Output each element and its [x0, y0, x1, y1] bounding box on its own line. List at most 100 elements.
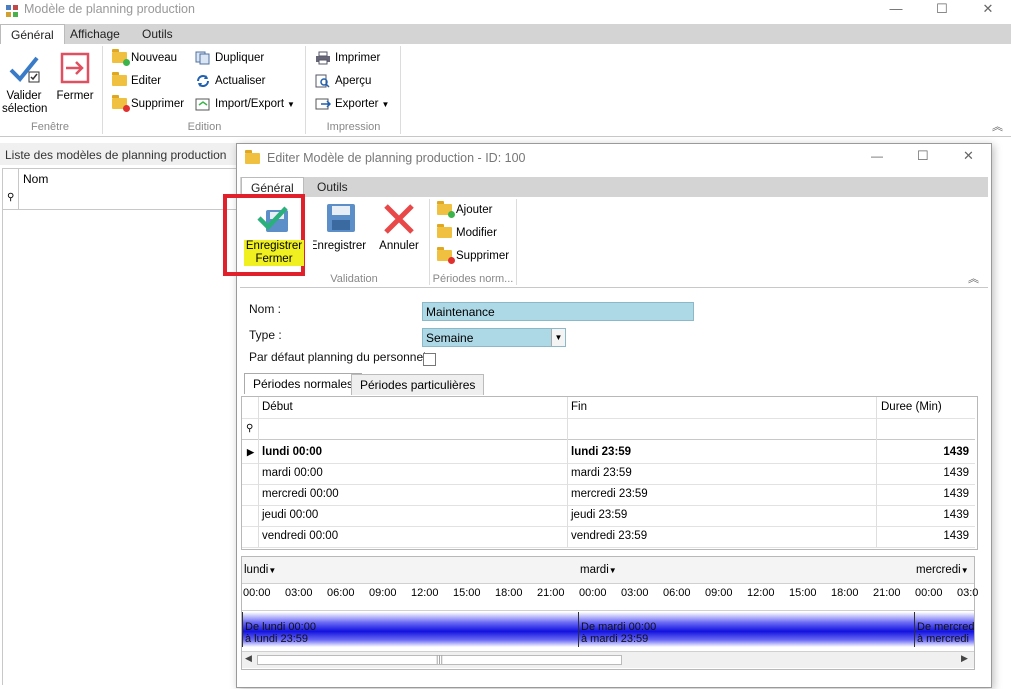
- annuler-button[interactable]: Annuler: [377, 202, 421, 253]
- nom-label: Nom :: [249, 302, 282, 316]
- enregistrer-fermer-button[interactable]: Enregistrer Fermer: [240, 202, 308, 266]
- type-value: Semaine: [426, 331, 474, 345]
- import-export-icon: [195, 97, 211, 111]
- cancel-icon: [384, 204, 414, 234]
- ajouter-label: Ajouter: [456, 204, 493, 216]
- column-header-nom[interactable]: Nom: [23, 172, 48, 186]
- day-lundi[interactable]: lundi▼: [244, 564, 276, 576]
- modifier-button[interactable]: Modifier: [437, 223, 497, 243]
- nom-input[interactable]: Maintenance: [422, 302, 694, 321]
- group-label-edition: Edition: [187, 121, 222, 133]
- column-header-fin[interactable]: Fin: [571, 397, 587, 418]
- row-indicator-icon: ▶: [247, 447, 254, 457]
- supprimer-button[interactable]: Supprimer: [112, 94, 184, 114]
- nouveau-button[interactable]: Nouveau: [112, 48, 177, 68]
- exporter-button[interactable]: Exporter ▼: [315, 94, 389, 114]
- actualiser-button[interactable]: Actualiser: [195, 71, 266, 91]
- filter-pin-icon: ⚲: [7, 192, 15, 203]
- hour-label: 15:00: [453, 587, 481, 599]
- cell-duree: 1439: [943, 530, 969, 542]
- column-divider: [567, 397, 568, 547]
- import-export-button[interactable]: Import/Export ▼: [195, 94, 295, 114]
- cell-debut: vendredi 00:00: [262, 530, 339, 542]
- table-row[interactable]: mardi 00:00 mardi 23:59 1439: [242, 463, 975, 485]
- table-row[interactable]: jeudi 00:00 jeudi 23:59 1439: [242, 505, 975, 527]
- enregistrer-button[interactable]: Enregistrer: [313, 202, 369, 253]
- period-bar-lundi[interactable]: De lundi 00:00 à lundi 23:59: [242, 612, 578, 647]
- divider: [242, 610, 974, 611]
- list-column-header[interactable]: Nom: [2, 168, 240, 190]
- preview-icon: [315, 74, 331, 88]
- column-header-duree[interactable]: Duree (Min): [881, 397, 942, 418]
- maximize-button[interactable]: ☐: [919, 0, 965, 22]
- tab-outils[interactable]: Outils: [132, 24, 183, 44]
- dialog-close-button[interactable]: ✕: [963, 148, 974, 164]
- apercu-button[interactable]: Aperçu: [315, 71, 371, 91]
- check-icon: [9, 56, 40, 83]
- hour-label: 12:00: [747, 587, 775, 599]
- column-divider: [876, 397, 877, 547]
- table-row[interactable]: ▶ lundi 00:00 lundi 23:59 1439: [242, 442, 975, 464]
- dialog-maximize-button[interactable]: ☐: [917, 148, 929, 164]
- cell-fin: vendredi 23:59: [571, 530, 648, 542]
- column-header-debut[interactable]: Début: [262, 397, 293, 418]
- editer-button[interactable]: Editer: [112, 71, 161, 91]
- group-label-impression: Impression: [326, 121, 381, 133]
- scroll-right-icon[interactable]: ▶: [961, 653, 968, 664]
- exit-icon: [60, 52, 90, 84]
- hour-label: 18:00: [495, 587, 523, 599]
- imprimer-label: Imprimer: [335, 52, 381, 64]
- day-mercredi[interactable]: mercredi▼: [916, 564, 969, 576]
- tab-general[interactable]: Général: [0, 24, 65, 45]
- cell-duree: 1439: [943, 446, 969, 458]
- dialog-tab-outils[interactable]: Outils: [307, 177, 358, 197]
- imprimer-button[interactable]: Imprimer: [315, 48, 380, 68]
- subtab-periodes-normales[interactable]: Périodes normales: [244, 373, 363, 394]
- collapse-ribbon-icon[interactable]: ︽: [968, 270, 979, 286]
- table-row[interactable]: mercredi 00:00 mercredi 23:59 1439: [242, 484, 975, 506]
- save-check-icon: [257, 206, 288, 232]
- dialog-title-bar: Editer Modèle de planning production - I…: [237, 144, 991, 172]
- day-mardi[interactable]: mardi▼: [580, 564, 617, 576]
- scroll-left-icon[interactable]: ◀: [245, 653, 252, 664]
- column-divider: [18, 169, 19, 189]
- list-title: Liste des modèles de planning production: [5, 148, 227, 162]
- cell-fin: lundi 23:59: [571, 446, 632, 458]
- dialog-minimize-button[interactable]: —: [871, 149, 883, 163]
- list-filter-row[interactable]: ⚲: [2, 189, 240, 210]
- cell-fin: mercredi 23:59: [571, 488, 648, 500]
- grid-filter-row[interactable]: ⚲: [242, 418, 975, 440]
- ajouter-button[interactable]: Ajouter: [437, 200, 492, 220]
- valider-selection-button[interactable]: Valider sélection: [2, 52, 47, 116]
- period-bar-mardi[interactable]: De mardi 00:00 à mardi 23:59: [578, 612, 914, 647]
- hour-label: 09:00: [705, 587, 733, 599]
- group-label-periodes: Périodes norm...: [432, 273, 514, 285]
- schedule-scrollbar[interactable]: ◀ ||| ▶: [242, 651, 974, 668]
- duplicate-icon: [195, 51, 211, 65]
- fermer-button[interactable]: Fermer: [55, 52, 95, 103]
- chevron-down-icon[interactable]: ▼: [551, 329, 565, 346]
- subtab-periodes-particulieres[interactable]: Périodes particulières: [351, 374, 485, 395]
- supprimer-periode-button[interactable]: Supprimer: [437, 246, 509, 266]
- save-icon: [327, 204, 355, 232]
- apercu-label: Aperçu: [335, 75, 372, 87]
- hour-label: 03:0: [957, 587, 979, 599]
- type-select[interactable]: Semaine ▼: [422, 328, 566, 347]
- dupliquer-button[interactable]: Dupliquer: [195, 48, 264, 68]
- table-row[interactable]: vendredi 00:00 vendredi 23:59 1439: [242, 526, 975, 548]
- export-icon: [315, 97, 332, 111]
- type-label: Type :: [249, 328, 282, 342]
- collapse-ribbon-icon[interactable]: ︽: [992, 118, 1003, 134]
- hour-label: 21:00: [873, 587, 901, 599]
- close-button[interactable]: ✕: [965, 0, 1011, 22]
- folder-delete-icon: [112, 95, 130, 113]
- minimize-button[interactable]: —: [873, 0, 919, 22]
- period-bar-mercredi[interactable]: De mercredi à mercredi: [914, 612, 974, 647]
- chevron-down-icon: ▼: [287, 100, 295, 109]
- defaut-planning-checkbox[interactable]: [423, 353, 436, 366]
- list-body[interactable]: [2, 210, 240, 685]
- schedule-view[interactable]: lundi▼ mardi▼ mercredi▼ 00:00 03:00 06:00 0…: [241, 556, 979, 670]
- actualiser-label: Actualiser: [215, 75, 266, 87]
- folder-edit-icon: [112, 72, 127, 87]
- tab-affichage[interactable]: Affichage: [60, 24, 130, 44]
